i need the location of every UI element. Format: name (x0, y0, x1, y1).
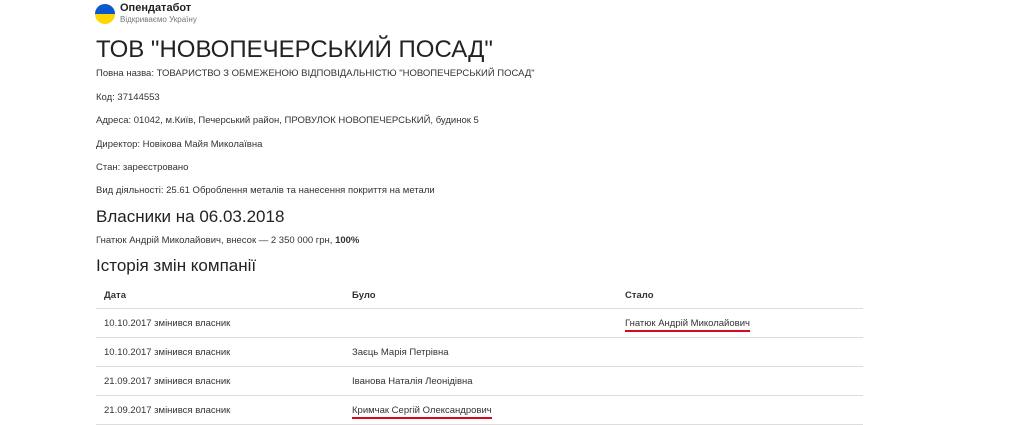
column-header-was: Було (344, 282, 617, 309)
row-date: 10.10.2017 змінився власник (96, 308, 344, 338)
table-row: 21.09.2017 змінився власник Іванова Ната… (96, 366, 863, 396)
company-director: Директор: Новікова Майя Миколаївна (96, 139, 263, 150)
company-title: ТОВ "НОВОПЕЧЕРСЬКИЙ ПОСАД" (96, 36, 493, 63)
company-code: Код: 37144553 (96, 92, 160, 103)
row-was: Заєць Марія Петрівна (344, 337, 617, 367)
history-title: Історія змін компанії (96, 256, 257, 275)
brand[interactable]: Опендатабот Відкриваємо Україну (95, 2, 197, 25)
column-header-became: Стало (617, 282, 863, 309)
row-was: Іванова Наталія Леонідівна (344, 366, 617, 396)
brand-text: Опендатабот Відкриваємо Україну (120, 2, 197, 25)
row-became (617, 366, 863, 396)
row-date: 21.09.2017 змінився власник (96, 366, 344, 396)
row-became (617, 395, 863, 425)
company-status: Стан: зареєстровано (96, 162, 189, 173)
owner-share: 100% (335, 235, 360, 246)
opendatabot-logo-icon (95, 4, 115, 24)
row-was-value: Кримчак Сергій Олександрович (352, 404, 492, 419)
row-became (617, 337, 863, 367)
company-address: Адреса: 01042, м.Київ, Печерський район,… (96, 115, 479, 126)
row-became-value: Гнатюк Андрій Миколайович (625, 317, 750, 332)
company-full-name: Повна назва: ТОВАРИСТВО З ОБМЕЖЕНОЮ ВІДП… (96, 68, 535, 79)
owner-line: Гнатюк Андрій Миколайович, внесок — 2 35… (96, 235, 359, 246)
column-header-date: Дата (96, 282, 344, 309)
row-was (344, 308, 617, 338)
brand-tagline: Відкриваємо Україну (120, 15, 197, 24)
row-date: 21.09.2017 змінився власник (96, 395, 344, 425)
row-date: 10.10.2017 змінився власник (96, 337, 344, 367)
brand-name: Опендатабот (120, 2, 192, 14)
history-table: Дата Було Стало 10.10.2017 змінився влас… (96, 282, 863, 425)
owners-title: Власники на 06.03.2018 (96, 207, 285, 226)
company-activity: Вид діяльності: 25.61 Оброблення металів… (96, 185, 435, 196)
history-header-row: Дата Було Стало (96, 282, 863, 309)
row-became: Гнатюк Андрій Миколайович (617, 308, 863, 338)
row-was: Кримчак Сергій Олександрович (344, 395, 617, 425)
table-row: 10.10.2017 змінився власник Заєць Марія … (96, 337, 863, 367)
table-row: 10.10.2017 змінився власник Гнатюк Андрі… (96, 308, 863, 338)
owner-text: Гнатюк Андрій Миколайович, внесок — 2 35… (96, 235, 336, 246)
table-row: 21.09.2017 змінився власник Кримчак Серг… (96, 395, 863, 425)
